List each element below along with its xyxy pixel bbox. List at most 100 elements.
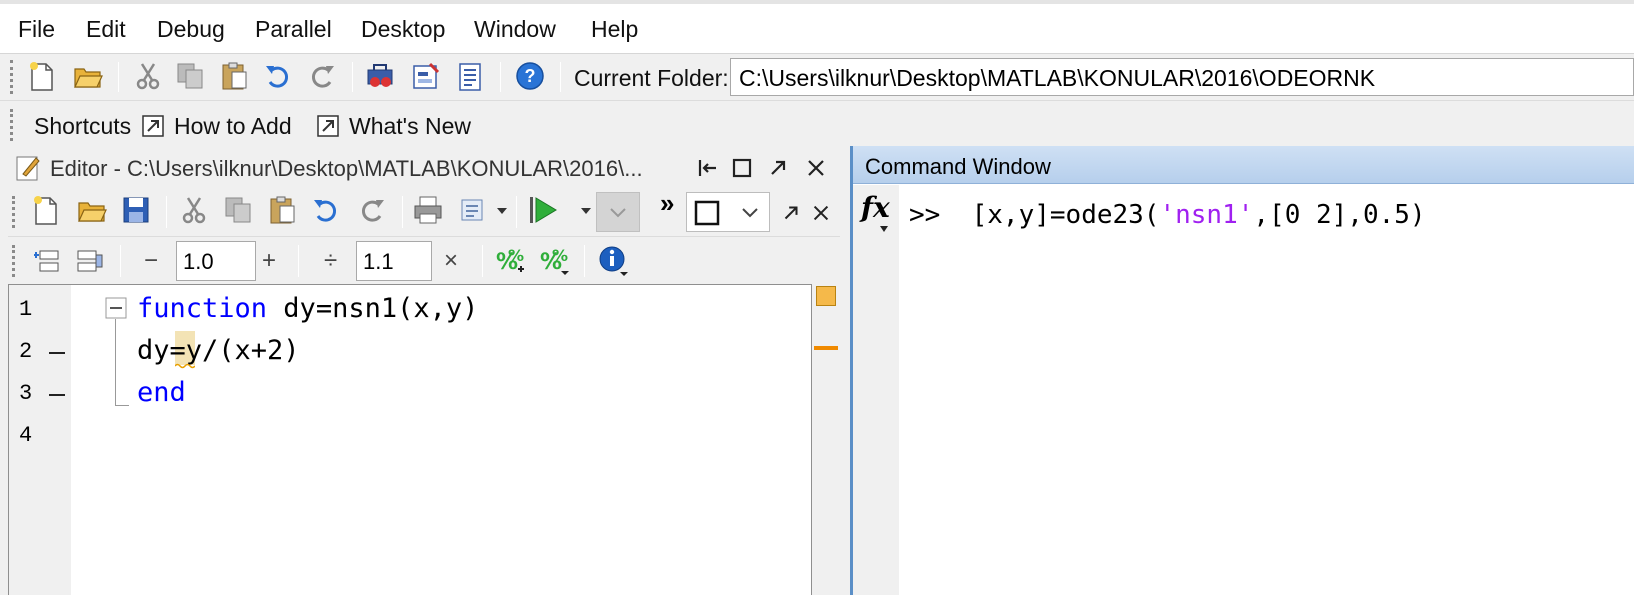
new-file-icon[interactable] xyxy=(26,60,58,92)
toolbar-separator xyxy=(500,62,501,92)
menu-file[interactable]: File xyxy=(18,16,55,43)
main-toolbar: ? Current Folder: C:\Users\ilknur\Deskto… xyxy=(0,54,1634,100)
breakpoint-marker[interactable] xyxy=(49,394,65,396)
menu-help[interactable]: Help xyxy=(591,16,638,43)
toolbar-separator xyxy=(584,245,585,277)
toolbar-separator xyxy=(120,245,121,277)
decrement-button[interactable]: − xyxy=(144,247,158,275)
increment-button[interactable]: + xyxy=(262,247,276,275)
fold-line-end xyxy=(115,405,129,406)
function-signature: dy=nsn1(x,y) xyxy=(267,293,479,324)
comment-add-icon[interactable]: % % xyxy=(494,245,526,277)
code-line-3: end xyxy=(137,377,186,408)
svg-text:%: % xyxy=(552,246,568,265)
chevron-down-icon xyxy=(610,208,626,218)
save-icon[interactable] xyxy=(120,194,152,226)
code-editor[interactable]: 1 2 3 4 function dy=nsn1(x,y) dy=y/(x+2)… xyxy=(8,284,812,595)
cut-icon[interactable] xyxy=(132,60,164,92)
line-number: 3 xyxy=(19,381,33,406)
close-icon[interactable] xyxy=(804,156,828,180)
close-icon[interactable] xyxy=(810,202,832,224)
window-layout-icon xyxy=(694,200,720,226)
menu-desktop[interactable]: Desktop xyxy=(361,16,445,43)
simulink-icon[interactable] xyxy=(364,60,396,92)
breakpoint-marker[interactable] xyxy=(49,352,65,354)
redo-icon[interactable] xyxy=(306,60,338,92)
info-icon[interactable] xyxy=(598,245,630,277)
chevron-down-icon[interactable] xyxy=(496,206,508,216)
toolbar-separator xyxy=(352,62,353,92)
undock-left-icon[interactable] xyxy=(696,156,720,180)
shortcuts-label[interactable]: Shortcuts xyxy=(34,113,131,140)
toolbar-grip[interactable] xyxy=(12,245,16,277)
keyword-end: end xyxy=(137,377,186,408)
warning-marker[interactable] xyxy=(814,346,838,350)
divide-button[interactable]: ÷ xyxy=(324,247,337,275)
analyzer-status-indicator[interactable] xyxy=(816,286,836,306)
whats-new-link[interactable]: What's New xyxy=(349,113,471,140)
command-input-line[interactable]: >> [x,y]=ode23('nsn1',[0 2],0.5) xyxy=(909,200,1426,230)
help-icon[interactable]: ? xyxy=(514,60,546,92)
command-window[interactable]: Command Window fx >> [x,y]=ode23('nsn1',… xyxy=(850,146,1634,595)
open-folder-icon[interactable] xyxy=(76,194,108,226)
toolbar-separator xyxy=(402,196,403,228)
paste-icon[interactable] xyxy=(266,194,298,226)
multiply-button[interactable]: × xyxy=(444,247,458,275)
cut-icon[interactable] xyxy=(178,194,210,226)
find-files-icon[interactable] xyxy=(458,194,490,226)
editor-toolbar: » xyxy=(8,188,840,236)
comment-remove-icon[interactable]: % % xyxy=(538,245,570,277)
print-icon[interactable] xyxy=(412,194,444,226)
keyword-function: function xyxy=(137,293,268,324)
undock-icon[interactable] xyxy=(766,156,790,180)
chevron-down-icon xyxy=(880,226,888,232)
paste-icon[interactable] xyxy=(218,60,250,92)
how-to-add-link[interactable]: How to Add xyxy=(174,113,292,140)
menu-window[interactable]: Window xyxy=(474,16,556,43)
undo-icon[interactable] xyxy=(262,60,294,92)
toolbar-grip[interactable] xyxy=(12,196,16,228)
redo-icon[interactable] xyxy=(356,194,388,226)
fold-collapse-icon[interactable] xyxy=(105,297,127,319)
toolbar-grip[interactable] xyxy=(10,60,14,94)
insert-cell-icon[interactable] xyxy=(30,245,62,277)
toolbar-separator xyxy=(482,245,483,277)
guide-icon[interactable] xyxy=(410,60,442,92)
run-icon[interactable] xyxy=(528,194,560,226)
chevron-down-icon xyxy=(742,208,758,218)
command-prompt: >> xyxy=(909,200,941,230)
copy-icon[interactable] xyxy=(174,60,206,92)
undo-icon[interactable] xyxy=(310,194,342,226)
cell-divider-icon[interactable] xyxy=(74,245,106,277)
command-text: [x,y]=ode23( xyxy=(971,200,1160,230)
layout-dropdown[interactable] xyxy=(686,192,770,232)
function-browser-icon[interactable]: fx xyxy=(861,191,890,224)
multiply-value-field[interactable]: 1.1 xyxy=(356,241,432,281)
profiler-icon[interactable] xyxy=(454,60,486,92)
line-number: 2 xyxy=(19,339,33,364)
svg-text:?: ? xyxy=(525,66,536,86)
menu-parallel[interactable]: Parallel xyxy=(255,16,332,43)
command-gutter: fx xyxy=(853,185,899,595)
line-number: 4 xyxy=(19,423,33,448)
shortcut-arrow-icon xyxy=(317,115,339,137)
current-folder-field[interactable]: C:\Users\ilknur\Desktop\MATLAB\KONULAR\2… xyxy=(730,58,1634,96)
line-number: 1 xyxy=(19,297,33,322)
command-window-title: Command Window xyxy=(853,146,1634,184)
new-file-icon[interactable] xyxy=(30,194,62,226)
menu-debug[interactable]: Debug xyxy=(157,16,225,43)
menu-edit[interactable]: Edit xyxy=(86,16,126,43)
chevron-down-icon[interactable] xyxy=(580,206,592,216)
undock-icon[interactable] xyxy=(780,202,802,224)
editor-title-bar: Editor - C:\Users\ilknur\Desktop\MATLAB\… xyxy=(8,148,840,188)
debug-dropdown[interactable] xyxy=(596,192,640,232)
copy-icon[interactable] xyxy=(222,194,254,226)
toolbar-grip[interactable] xyxy=(10,109,14,141)
toolbar-overflow[interactable]: » xyxy=(660,188,674,219)
command-string: 'nsn1' xyxy=(1159,200,1254,230)
line-number-gutter: 1 2 3 4 xyxy=(9,285,71,595)
fold-line xyxy=(115,319,116,405)
open-folder-icon[interactable] xyxy=(72,60,104,92)
maximize-icon[interactable] xyxy=(730,156,754,180)
increment-value-field[interactable]: 1.0 xyxy=(176,241,256,281)
